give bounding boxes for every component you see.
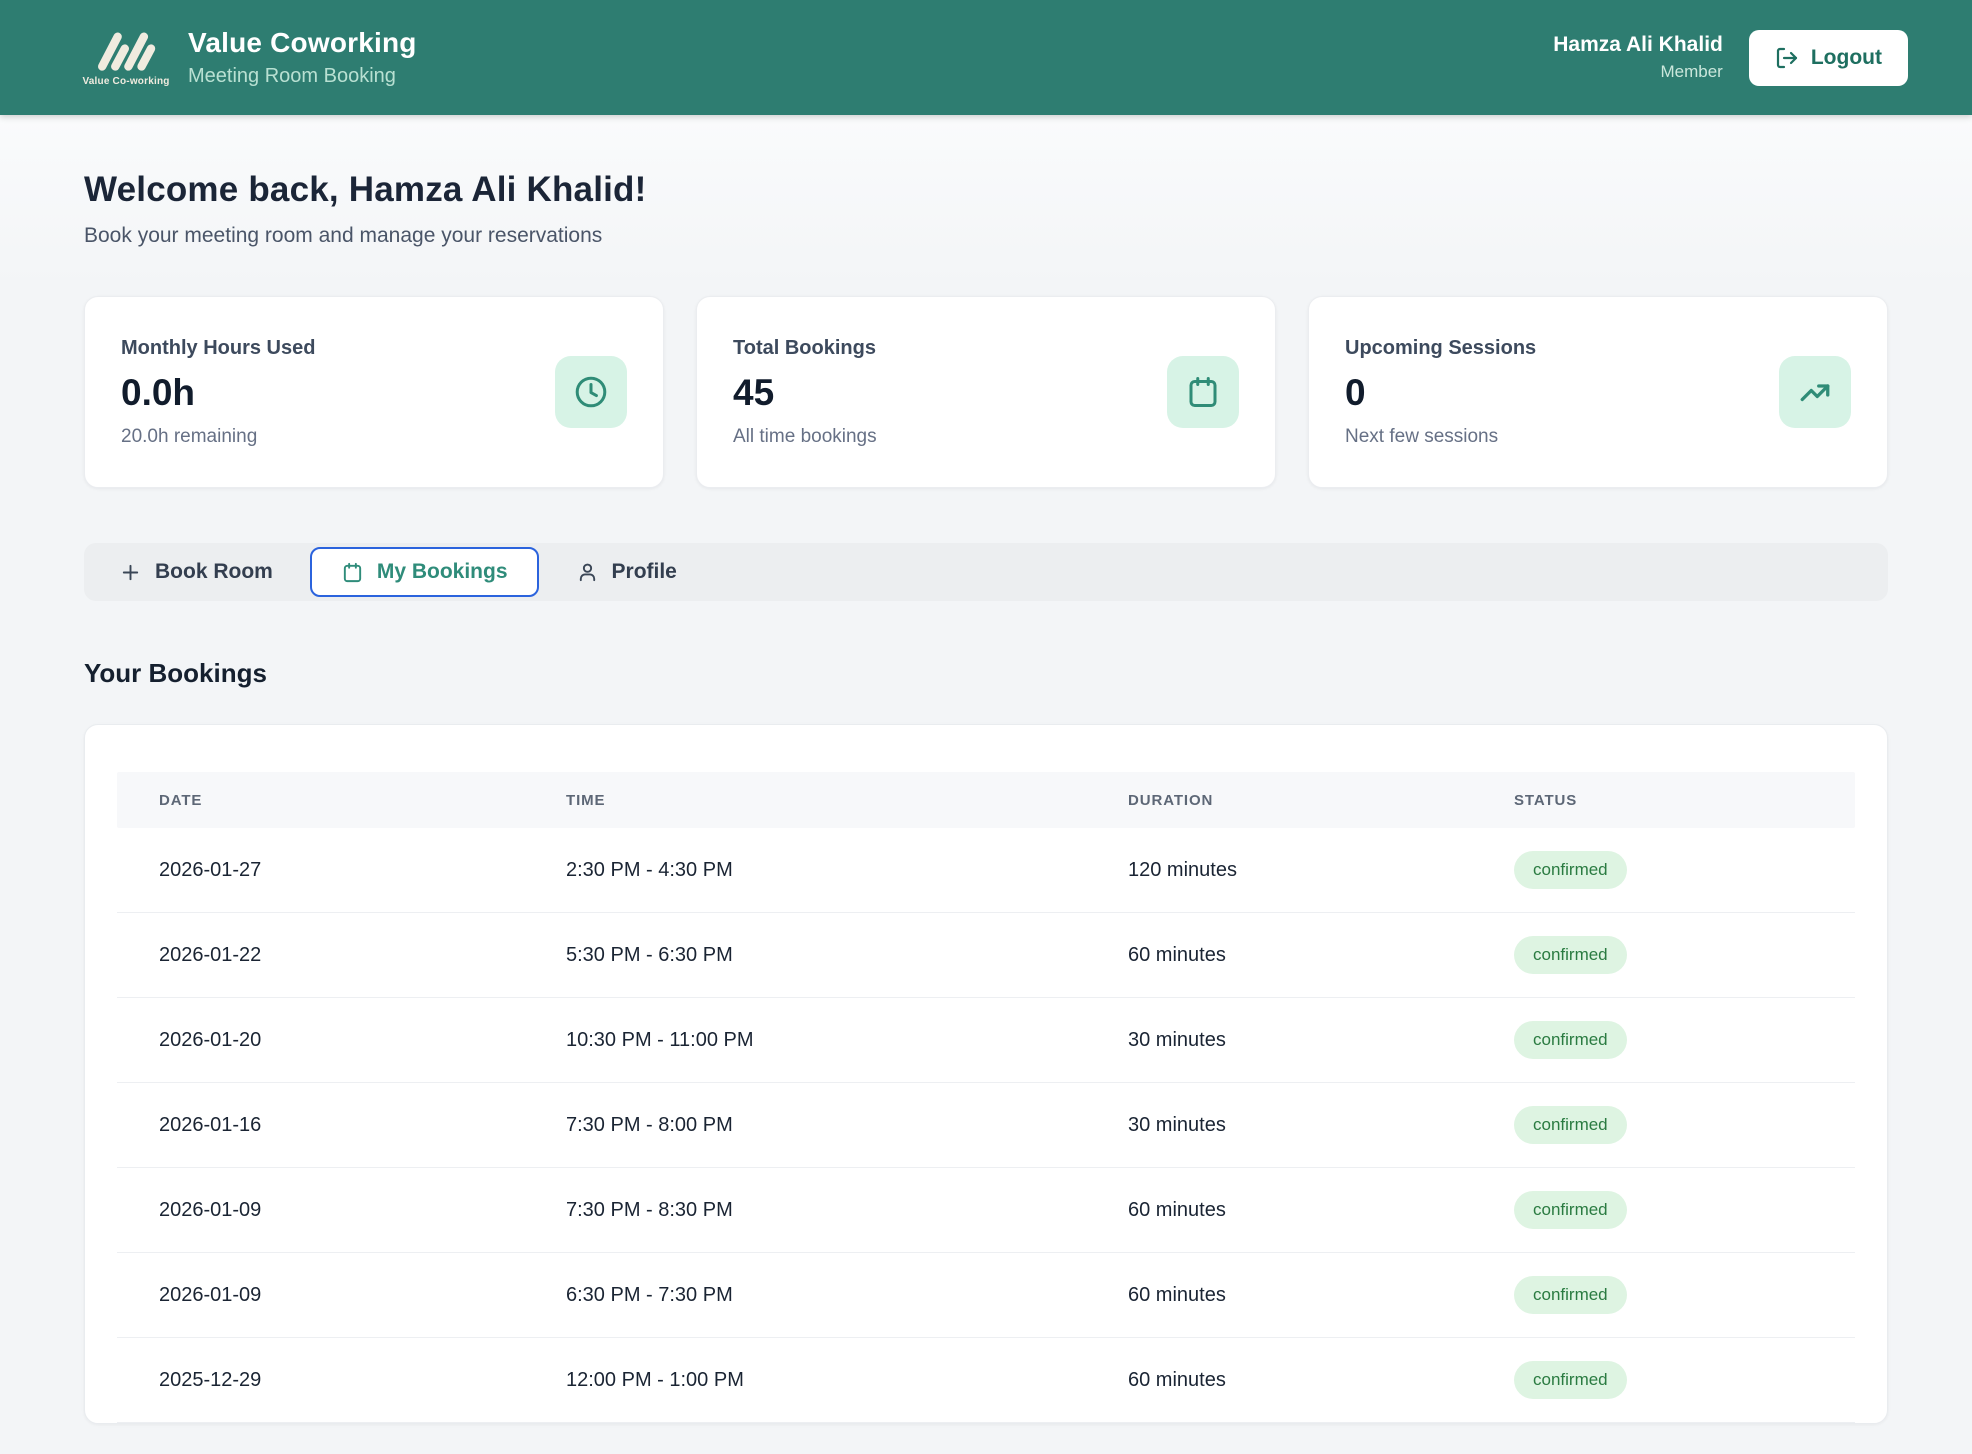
stat-value: 45 bbox=[733, 372, 877, 414]
cell-duration: 120 minutes bbox=[1086, 859, 1472, 882]
user-name: Hamza Ali Khalid bbox=[1553, 33, 1723, 57]
column-header-time: TIME bbox=[524, 792, 1086, 809]
stat-label: Total Bookings bbox=[733, 337, 877, 360]
tab-label: My Bookings bbox=[377, 560, 508, 584]
bookings-table-card: DATE TIME DURATION STATUS 2026-01-27 2:3… bbox=[84, 724, 1888, 1424]
cell-time: 2:30 PM - 4:30 PM bbox=[524, 859, 1086, 882]
status-badge: confirmed bbox=[1514, 1276, 1627, 1314]
stat-sub: 20.0h remaining bbox=[121, 426, 315, 448]
status-badge: confirmed bbox=[1514, 1021, 1627, 1059]
tab-book-room[interactable]: Book Room bbox=[88, 547, 304, 597]
table-row: 2025-12-29 12:00 PM - 1:00 PM 60 minutes… bbox=[117, 1338, 1855, 1423]
clock-icon bbox=[573, 374, 609, 410]
table-header-row: DATE TIME DURATION STATUS bbox=[117, 772, 1855, 828]
cell-time: 7:30 PM - 8:30 PM bbox=[524, 1199, 1086, 1222]
cell-duration: 60 minutes bbox=[1086, 1284, 1472, 1307]
stat-value: 0.0h bbox=[121, 372, 315, 414]
page-subtitle: Book your meeting room and manage your r… bbox=[84, 224, 1888, 248]
calendar-icon bbox=[1185, 374, 1221, 410]
cell-date: 2026-01-09 bbox=[117, 1199, 524, 1222]
plus-icon bbox=[119, 561, 142, 584]
stat-card-upcoming-sessions: Upcoming Sessions 0 Next few sessions bbox=[1308, 296, 1888, 488]
table-body: 2026-01-27 2:30 PM - 4:30 PM 120 minutes… bbox=[117, 828, 1855, 1424]
brand-title: Value Coworking bbox=[188, 27, 417, 59]
user-icon bbox=[576, 561, 599, 584]
cell-time: 5:30 PM - 6:30 PM bbox=[524, 944, 1086, 967]
app-header: Value Co-working Value Coworking Meeting… bbox=[0, 0, 1972, 115]
cell-date: 2026-01-09 bbox=[117, 1284, 524, 1307]
stat-card-monthly-hours: Monthly Hours Used 0.0h 20.0h remaining bbox=[84, 296, 664, 488]
cell-time: 6:30 PM - 7:30 PM bbox=[524, 1284, 1086, 1307]
stat-icon-chip bbox=[1167, 356, 1239, 428]
stat-icon-chip bbox=[555, 356, 627, 428]
tab-label: Profile bbox=[612, 560, 677, 584]
cell-time: 7:30 PM - 8:00 PM bbox=[524, 1114, 1086, 1137]
stat-value: 0 bbox=[1345, 372, 1536, 414]
table-row: 2026-01-22 5:30 PM - 6:30 PM 60 minutes … bbox=[117, 913, 1855, 998]
status-badge: confirmed bbox=[1514, 851, 1627, 889]
brand-subtitle: Meeting Room Booking bbox=[188, 65, 417, 88]
stats-row: Monthly Hours Used 0.0h 20.0h remaining … bbox=[84, 296, 1888, 488]
brand: Value Co-working Value Coworking Meeting… bbox=[84, 27, 417, 88]
table-row: 2026-01-09 6:30 PM - 7:30 PM 60 minutes … bbox=[117, 1253, 1855, 1338]
tab-profile[interactable]: Profile bbox=[545, 547, 708, 597]
cell-date: 2025-12-29 bbox=[117, 1369, 524, 1392]
trending-up-icon bbox=[1797, 374, 1833, 410]
main-content: Welcome back, Hamza Ali Khalid! Book you… bbox=[0, 115, 1972, 1454]
cell-duration: 30 minutes bbox=[1086, 1029, 1472, 1052]
stat-card-total-bookings: Total Bookings 45 All time bookings bbox=[696, 296, 1276, 488]
logout-icon bbox=[1775, 46, 1799, 70]
stat-icon-chip bbox=[1779, 356, 1851, 428]
user-info: Hamza Ali Khalid Member bbox=[1553, 33, 1723, 82]
table-row: 2026-01-20 10:30 PM - 11:00 PM 30 minute… bbox=[117, 998, 1855, 1083]
tab-label: Book Room bbox=[155, 560, 273, 584]
tab-my-bookings[interactable]: My Bookings bbox=[310, 547, 539, 597]
logout-button[interactable]: Logout bbox=[1749, 30, 1908, 86]
cell-date: 2026-01-20 bbox=[117, 1029, 524, 1052]
tabs-bar: Book Room My Bookings Profile bbox=[84, 543, 1888, 601]
column-header-status: STATUS bbox=[1472, 792, 1855, 809]
cell-duration: 30 minutes bbox=[1086, 1114, 1472, 1137]
logo-caption: Value Co-working bbox=[82, 76, 169, 87]
column-header-duration: DURATION bbox=[1086, 792, 1472, 809]
bookings-heading: Your Bookings bbox=[84, 658, 1888, 689]
cell-date: 2026-01-27 bbox=[117, 859, 524, 882]
page-title: Welcome back, Hamza Ali Khalid! bbox=[84, 170, 1888, 210]
status-badge: confirmed bbox=[1514, 1106, 1627, 1144]
status-badge: confirmed bbox=[1514, 1191, 1627, 1229]
column-header-date: DATE bbox=[117, 792, 524, 809]
cell-duration: 60 minutes bbox=[1086, 1199, 1472, 1222]
calendar-icon bbox=[341, 561, 364, 584]
logo-stripes-icon bbox=[95, 28, 157, 74]
stat-sub: All time bookings bbox=[733, 426, 877, 448]
table-row: 2026-01-09 7:30 PM - 8:30 PM 60 minutes … bbox=[117, 1168, 1855, 1253]
cell-duration: 60 minutes bbox=[1086, 944, 1472, 967]
stat-label: Upcoming Sessions bbox=[1345, 337, 1536, 360]
cell-date: 2026-01-22 bbox=[117, 944, 524, 967]
brand-logo: Value Co-working bbox=[84, 28, 168, 87]
table-row: confirmed bbox=[117, 1423, 1855, 1424]
stat-sub: Next few sessions bbox=[1345, 426, 1536, 448]
table-row: 2026-01-16 7:30 PM - 8:00 PM 30 minutes … bbox=[117, 1083, 1855, 1168]
cell-time: 12:00 PM - 1:00 PM bbox=[524, 1369, 1086, 1392]
cell-time: 10:30 PM - 11:00 PM bbox=[524, 1029, 1086, 1052]
logout-label: Logout bbox=[1811, 46, 1882, 70]
status-badge: confirmed bbox=[1514, 1361, 1627, 1399]
cell-duration: 60 minutes bbox=[1086, 1369, 1472, 1392]
stat-label: Monthly Hours Used bbox=[121, 337, 315, 360]
cell-date: 2026-01-16 bbox=[117, 1114, 524, 1137]
table-row: 2026-01-27 2:30 PM - 4:30 PM 120 minutes… bbox=[117, 828, 1855, 913]
status-badge: confirmed bbox=[1514, 936, 1627, 974]
user-role: Member bbox=[1553, 62, 1723, 82]
